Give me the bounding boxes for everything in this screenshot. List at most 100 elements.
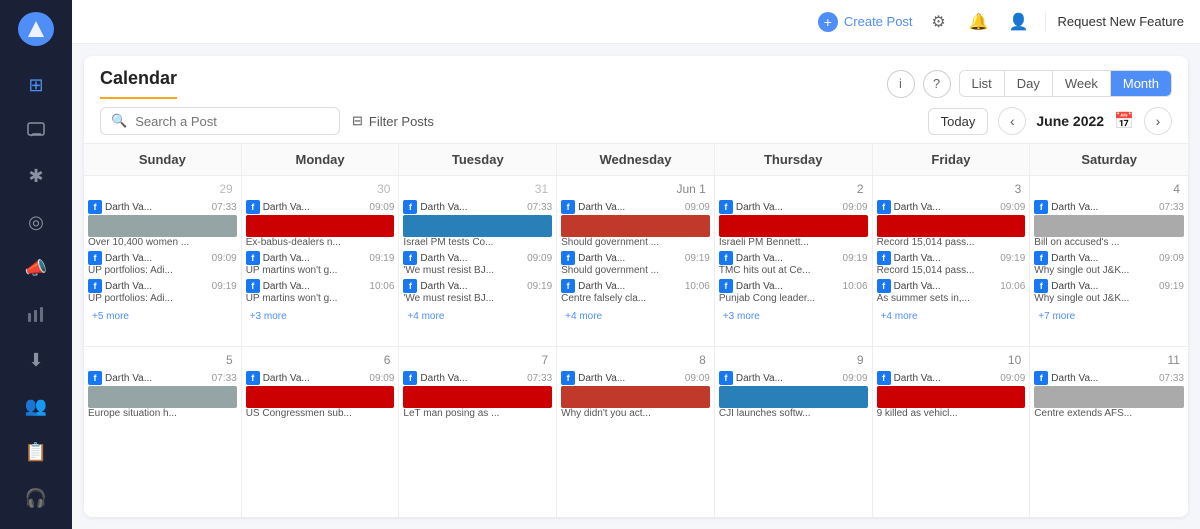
post-thumb: [719, 386, 868, 408]
cell-jun-5: 5 fDarth Va...07:33 Europe situation h..…: [84, 347, 242, 517]
sidebar-item-support[interactable]: 🎧: [16, 479, 56, 517]
post-block[interactable]: fDarth Va...09:19 TMC hits out at Ce...: [719, 251, 868, 276]
date-jun1: Jun 1: [561, 180, 710, 198]
sidebar-item-reports[interactable]: [16, 296, 56, 334]
more-link[interactable]: +4 more: [403, 309, 552, 324]
post-block[interactable]: fDarth Va...09:19 Should government ...: [561, 251, 710, 276]
sidebar-item-dashboard[interactable]: ⊞: [16, 66, 56, 104]
post-title: 'We must resist BJ...: [403, 265, 552, 276]
list-view-button[interactable]: List: [960, 71, 1005, 96]
post-block[interactable]: fDarth Va...09:19 Record 15,014 pass...: [877, 251, 1026, 276]
fb-icon: f: [561, 371, 575, 385]
help-icon[interactable]: ?: [923, 70, 951, 98]
main-content: + Create Post ⚙ 🔔 👤 Request New Feature …: [72, 0, 1200, 529]
more-link[interactable]: +7 more: [1034, 309, 1184, 324]
post-name: Darth Va...: [105, 373, 209, 384]
post-block[interactable]: fDarth Va...10:06 As summer sets in,...: [877, 279, 1026, 304]
post-block[interactable]: fDarth Va...10:06 Punjab Cong leader...: [719, 279, 868, 304]
post-block[interactable]: fDarth Va...07:33 LeT man posing as ...: [403, 371, 552, 419]
post-block[interactable]: fDarth Va...09:09 'We must resist BJ...: [403, 251, 552, 276]
post-block[interactable]: fDarth Va...09:09 Why single out J&K...: [1034, 251, 1184, 276]
fb-icon: f: [403, 200, 417, 214]
fb-icon: f: [1034, 200, 1048, 214]
post-block[interactable]: fDarth Va...09:09 US Congressmen sub...: [246, 371, 395, 419]
cell-jun-1: Jun 1 fDarth Va...09:09 Should governmen…: [557, 176, 715, 346]
post-block[interactable]: fDarth Va...09:09 Israeli PM Bennett...: [719, 200, 868, 248]
today-button[interactable]: Today: [928, 108, 989, 135]
post-name: Darth Va...: [420, 281, 524, 292]
post-block[interactable]: fDarth Va...07:33 Europe situation h...: [88, 371, 237, 419]
calendar-header: Calendar i ? List Day Week Month: [84, 56, 1188, 99]
fb-icon: f: [403, 251, 417, 265]
request-feature-button[interactable]: Request New Feature: [1058, 14, 1184, 29]
more-link[interactable]: +3 more: [719, 309, 868, 324]
fb-icon: f: [1034, 371, 1048, 385]
date-4: 4: [1034, 180, 1184, 198]
prev-month-button[interactable]: ‹: [998, 107, 1026, 135]
more-link[interactable]: +4 more: [561, 309, 710, 324]
post-time: 09:19: [1159, 281, 1184, 292]
post-time: 09:09: [1000, 373, 1025, 384]
post-block[interactable]: fDarth Va...10:06 Centre falsely cla...: [561, 279, 710, 304]
post-time: 10:06: [1000, 281, 1025, 292]
day-view-button[interactable]: Day: [1005, 71, 1053, 96]
date-31: 31: [403, 180, 552, 198]
search-box[interactable]: 🔍: [100, 107, 340, 135]
sidebar-item-content[interactable]: 📋: [16, 433, 56, 471]
view-buttons: List Day Week Month: [959, 70, 1173, 97]
date-11: 11: [1034, 351, 1184, 369]
settings-icon[interactable]: ⚙: [925, 8, 953, 36]
more-link[interactable]: +5 more: [88, 309, 237, 324]
post-block[interactable]: fDarth Va...07:33 Over 10,400 women ...: [88, 200, 237, 248]
day-wednesday: Wednesday: [557, 144, 715, 175]
post-block[interactable]: fDarth Va...09:09 9 killed as vehicl...: [877, 371, 1026, 419]
create-post-button[interactable]: + Create Post: [818, 12, 913, 32]
post-block[interactable]: fDarth Va...09:19 UP portfolios: Adi...: [88, 279, 237, 304]
calendar-picker-icon[interactable]: 📅: [1114, 111, 1134, 131]
post-block[interactable]: fDarth Va...09:19 UP martins won't g...: [246, 251, 395, 276]
post-block[interactable]: fDarth Va...09:19 Why single out J&K...: [1034, 279, 1184, 304]
post-title: Should government ...: [561, 265, 710, 276]
post-name: Darth Va...: [105, 281, 209, 292]
search-input[interactable]: [135, 114, 329, 129]
post-block[interactable]: fDarth Va...07:33 Israel PM tests Co...: [403, 200, 552, 248]
more-link[interactable]: +4 more: [877, 309, 1026, 324]
sidebar-item-campaigns[interactable]: 📣: [16, 250, 56, 288]
sidebar-item-team[interactable]: 👥: [16, 387, 56, 425]
post-block[interactable]: fDarth Va...07:33 Bill on accused's ...: [1034, 200, 1184, 248]
calendar-weeks: 29 fDarth Va...07:33 Over 10,400 women .…: [84, 175, 1188, 517]
fb-icon: f: [88, 279, 102, 293]
post-name: Darth Va...: [263, 253, 367, 264]
post-title: Bill on accused's ...: [1034, 237, 1184, 248]
filter-button[interactable]: ⊟ Filter Posts: [352, 113, 434, 129]
post-time: 10:06: [843, 281, 868, 292]
sidebar-item-publish[interactable]: ◎: [16, 204, 56, 242]
sidebar-item-messages[interactable]: [16, 112, 56, 150]
post-title: Record 15,014 pass...: [877, 265, 1026, 276]
post-name: Darth Va...: [894, 281, 998, 292]
post-time: 07:33: [1159, 202, 1184, 213]
post-block[interactable]: fDarth Va...09:09 Record 15,014 pass...: [877, 200, 1026, 248]
post-block[interactable]: fDarth Va...09:09 Should government ...: [561, 200, 710, 248]
sidebar-item-analytics[interactable]: ✱: [16, 158, 56, 196]
topbar: + Create Post ⚙ 🔔 👤 Request New Feature: [72, 0, 1200, 44]
notifications-icon[interactable]: 🔔: [965, 8, 993, 36]
sidebar-logo[interactable]: [18, 12, 54, 46]
user-icon[interactable]: 👤: [1005, 8, 1033, 36]
post-block[interactable]: fDarth Va...09:09 Why didn't you act...: [561, 371, 710, 419]
fb-icon: f: [88, 200, 102, 214]
sidebar-item-download[interactable]: ⬇: [16, 341, 56, 379]
post-block[interactable]: fDarth Va...09:09 CJI launches softw...: [719, 371, 868, 419]
post-block[interactable]: fDarth Va...10:06 UP martins won't g...: [246, 279, 395, 304]
post-title: Europe situation h...: [88, 408, 237, 419]
info-icon[interactable]: i: [887, 70, 915, 98]
month-view-button[interactable]: Month: [1111, 71, 1171, 96]
more-link[interactable]: +3 more: [246, 309, 395, 324]
week-view-button[interactable]: Week: [1053, 71, 1111, 96]
next-month-button[interactable]: ›: [1144, 107, 1172, 135]
post-title: 9 killed as vehicl...: [877, 408, 1026, 419]
post-block[interactable]: fDarth Va...09:19 'We must resist BJ...: [403, 279, 552, 304]
post-block[interactable]: fDarth Va...07:33 Centre extends AFS...: [1034, 371, 1184, 419]
post-block[interactable]: fDarth Va...09:09 UP portfolios: Adi...: [88, 251, 237, 276]
post-block[interactable]: fDarth Va...09:09 Ex-babus-dealers n...: [246, 200, 395, 248]
